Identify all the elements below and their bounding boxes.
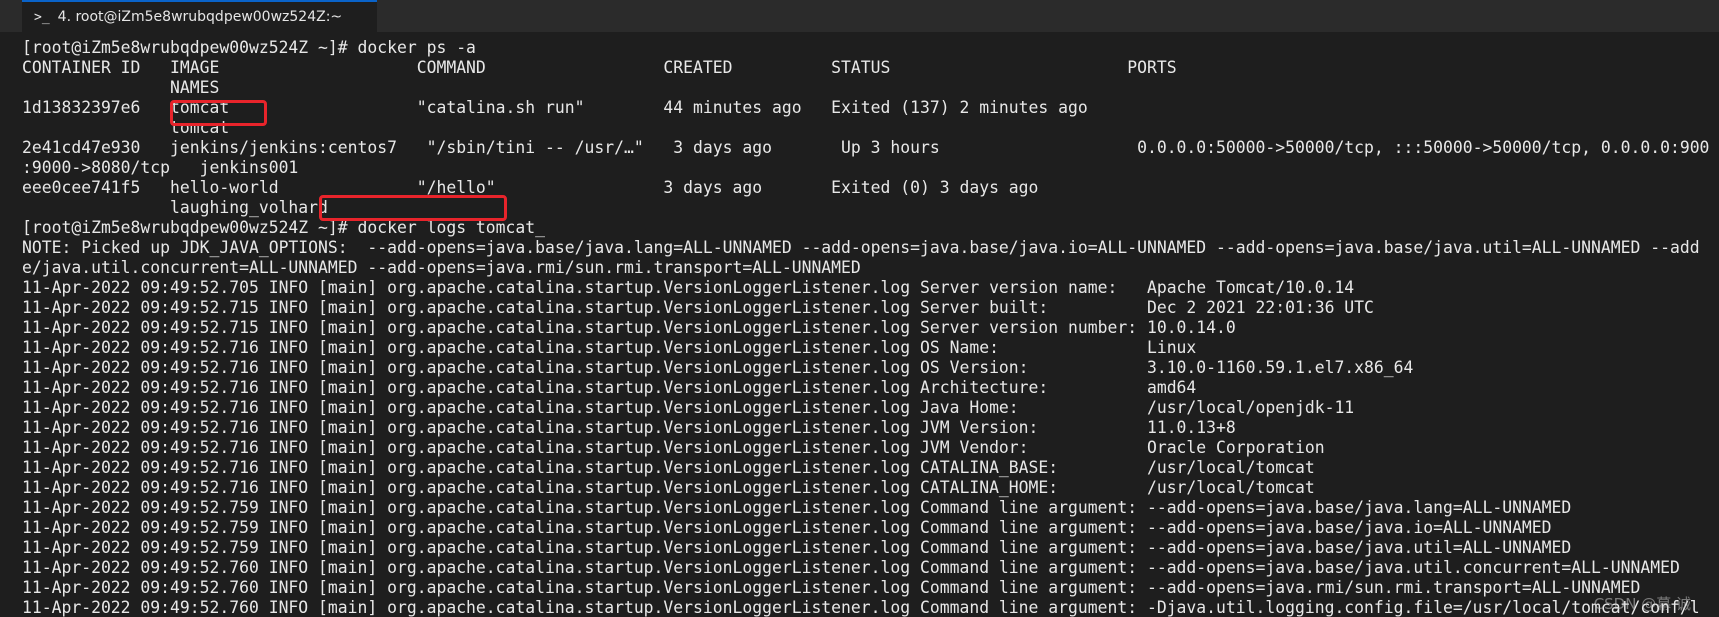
terminal-line: 11-Apr-2022 09:49:52.716 INFO [main] org… <box>22 338 1197 357</box>
terminal-line: 11-Apr-2022 09:49:52.759 INFO [main] org… <box>22 498 1572 517</box>
terminal-line: NAMES <box>22 78 220 97</box>
terminal-line: 11-Apr-2022 09:49:52.760 INFO [main] org… <box>22 558 1680 577</box>
terminal-line: eee0cee741f5 hello-world "/hello" 3 days… <box>22 178 1039 197</box>
terminal-line: tomcat <box>22 118 230 137</box>
terminal-prompt-icon: >_ <box>34 9 50 25</box>
terminal-line: 11-Apr-2022 09:49:52.716 INFO [main] org… <box>22 418 1236 437</box>
terminal-line: 1d13832397e6 tomcat "catalina.sh run" 44… <box>22 98 1088 117</box>
terminal-line: 11-Apr-2022 09:49:52.716 INFO [main] org… <box>22 458 1315 477</box>
terminal-tab[interactable]: >_ 4. root@iZm5e8wrubqdpew00wz524Z:~ <box>22 0 377 32</box>
tab-title: 4. root@iZm5e8wrubqdpew00wz524Z:~ <box>57 9 343 25</box>
terminal-line: 11-Apr-2022 09:49:52.716 INFO [main] org… <box>22 378 1197 397</box>
terminal-line: 11-Apr-2022 09:49:52.759 INFO [main] org… <box>22 518 1552 537</box>
terminal-line: 11-Apr-2022 09:49:52.759 INFO [main] org… <box>22 538 1572 557</box>
highlight-box-tomcat-name <box>170 100 267 126</box>
terminal-line: CONTAINER ID IMAGE COMMAND CREATED STATU… <box>22 58 1177 77</box>
terminal-line: :9000->8080/tcp jenkins001 <box>22 158 299 177</box>
terminal-line: 11-Apr-2022 09:49:52.716 INFO [main] org… <box>22 358 1414 377</box>
terminal-line: 2e41cd47e930 jenkins/jenkins:centos7 "/s… <box>22 138 1710 157</box>
tab-bar: >_ 4. root@iZm5e8wrubqdpew00wz524Z:~ <box>0 0 1719 32</box>
terminal-line: laughing_volhard <box>22 198 328 217</box>
terminal-line: 11-Apr-2022 09:49:52.716 INFO [main] org… <box>22 398 1355 417</box>
terminal-line: 11-Apr-2022 09:49:52.716 INFO [main] org… <box>22 478 1315 497</box>
terminal-line: [root@iZm5e8wrubqdpew00wz524Z ~]# docker… <box>22 218 546 237</box>
terminal-line: 11-Apr-2022 09:49:52.760 INFO [main] org… <box>22 578 1641 597</box>
highlight-box-logs-command <box>319 195 507 221</box>
terminal-line: 11-Apr-2022 09:49:52.715 INFO [main] org… <box>22 318 1236 337</box>
terminal-output[interactable]: [root@iZm5e8wrubqdpew00wz524Z ~]# docker… <box>22 38 1719 617</box>
terminal-line: 11-Apr-2022 09:49:52.715 INFO [main] org… <box>22 298 1374 317</box>
terminal-line: NOTE: Picked up JDK_JAVA_OPTIONS: --add-… <box>22 238 1700 257</box>
terminal-line: [root@iZm5e8wrubqdpew00wz524Z ~]# docker… <box>22 38 476 57</box>
watermark: CSDN @幕 诚 <box>1593 595 1691 613</box>
terminal-line: 11-Apr-2022 09:49:52.716 INFO [main] org… <box>22 438 1325 457</box>
terminal-line: 11-Apr-2022 09:49:52.760 INFO [main] org… <box>22 598 1700 617</box>
terminal-line: 11-Apr-2022 09:49:52.705 INFO [main] org… <box>22 278 1355 297</box>
terminal-line: e/java.util.concurrent=ALL-UNNAMED --add… <box>22 258 861 277</box>
